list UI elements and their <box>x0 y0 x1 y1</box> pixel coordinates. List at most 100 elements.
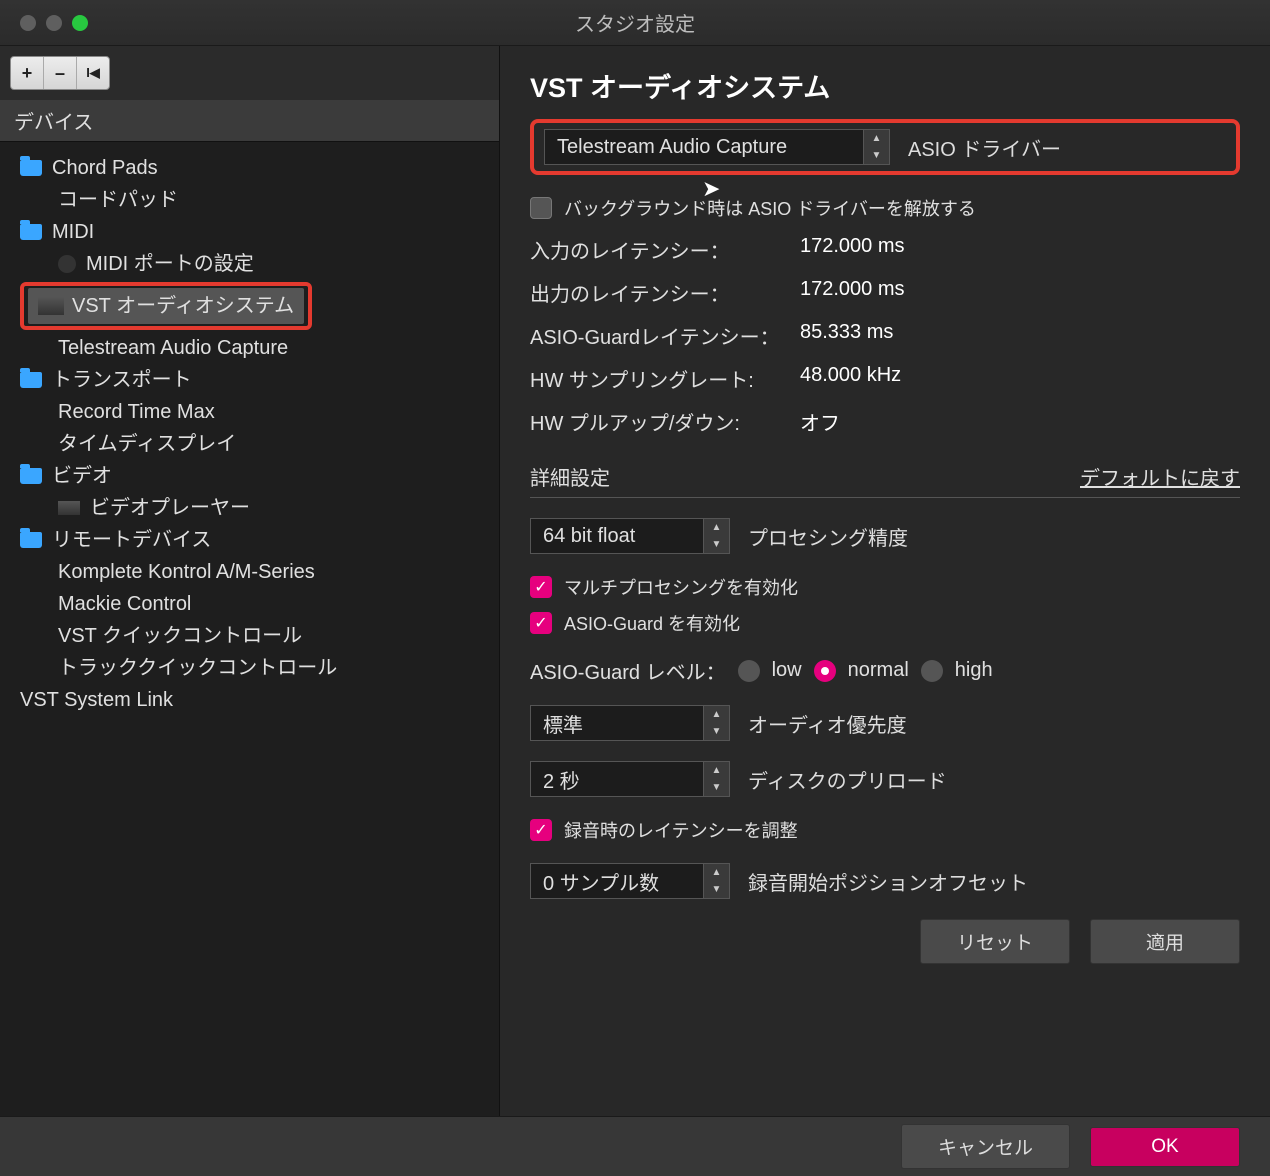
tree-label: Record Time Max <box>58 396 215 428</box>
folder-icon <box>20 224 42 240</box>
kv-hw-rate: HW サンプリングレート:48.000 kHz <box>530 364 1240 393</box>
apply-button[interactable]: 適用 <box>1090 919 1240 964</box>
tree-item-vst-audio-selected[interactable]: VST オーディオシステム <box>12 280 499 332</box>
kv-val: 172.000 ms <box>800 235 905 264</box>
kv-key: HW プルアップ/ダウン: <box>530 407 800 436</box>
row-label: プロセシング精度 <box>748 522 908 551</box>
cancel-button[interactable]: キャンセル <box>901 1124 1070 1169</box>
device-tree: Chord Pads コードパッド MIDI MIDI ポートの設定 VST オ… <box>0 141 499 1116</box>
kv-latency-in: 入力のレイテンシー：172.000 ms <box>530 235 1240 264</box>
asio-guard-level-row: ASIO-Guard レベル： low normal high <box>530 656 1240 685</box>
rec-offset-field[interactable]: 0 サンプル数 ▲▼ <box>530 863 730 899</box>
tree-label: リモートデバイス <box>52 524 211 556</box>
tree-item-komplete[interactable]: Komplete Kontrol A/M-Series <box>12 556 499 588</box>
audio-priority-select[interactable]: 標準 ▲▼ <box>530 705 730 741</box>
updown-icon: ▲▼ <box>863 130 889 164</box>
folder-icon <box>20 468 42 484</box>
tree-item-midi[interactable]: MIDI <box>12 216 499 248</box>
kv-val: 172.000 ms <box>800 278 905 307</box>
audio-priority-row: 標準 ▲▼ オーディオ優先度 <box>530 705 1240 741</box>
add-button[interactable]: + <box>11 57 44 89</box>
tree-item-vst-quick[interactable]: VST クイックコントロール <box>12 620 499 652</box>
radio-group-label: ASIO-Guard レベル： <box>530 656 726 685</box>
tree-label: トラッククイックコントロール <box>58 652 337 684</box>
tree-item-video[interactable]: ビデオ <box>12 460 499 492</box>
tree-label: ビデオ <box>52 460 112 492</box>
checkbox-release-bg[interactable] <box>530 197 552 219</box>
checkbox-label: バックグラウンド時は ASIO ドライバーを解放する <box>564 195 976 221</box>
checkbox-rec-lat[interactable]: ✓ <box>530 819 552 841</box>
row-label: 録音開始ポジションオフセット <box>748 867 1028 896</box>
asio-driver-select[interactable]: Telestream Audio Capture ▲▼ <box>544 129 890 165</box>
row-label: オーディオ優先度 <box>748 709 907 738</box>
tree-label: Chord Pads <box>52 152 158 184</box>
tree-item-track-quick[interactable]: トラッククイックコントロール <box>12 652 499 684</box>
tree-item-video-player[interactable]: ビデオプレーヤー <box>12 492 499 524</box>
release-bg-row[interactable]: バックグラウンド時は ASIO ドライバーを解放する <box>530 195 1240 221</box>
multi-proc-row[interactable]: ✓ マルチプロセシングを有効化 <box>530 574 1240 600</box>
asio-guard-row[interactable]: ✓ ASIO-Guard を有効化 <box>530 610 1240 636</box>
advanced-label: 詳細設定 <box>530 462 610 491</box>
tree-item-mackie[interactable]: Mackie Control <box>12 588 499 620</box>
rec-lat-adjust-row[interactable]: ✓ 録音時のレイテンシーを調整 <box>530 817 1240 843</box>
remove-button[interactable]: – <box>44 57 77 89</box>
advanced-header: 詳細設定 デフォルトに戻す <box>530 462 1240 498</box>
tree-label: Telestream Audio Capture <box>58 332 288 364</box>
combo-value: 64 bit float <box>531 525 703 548</box>
video-icon <box>58 501 80 515</box>
checkbox-asio-guard[interactable]: ✓ <box>530 612 552 634</box>
updown-icon: ▲▼ <box>703 864 729 898</box>
updown-icon: ▲▼ <box>703 519 729 553</box>
tree-item-transport[interactable]: トランスポート <box>12 364 499 396</box>
updown-icon: ▲▼ <box>703 706 729 740</box>
top-button[interactable]: I◀ <box>77 57 109 89</box>
settings-panel: VST オーディオシステム Telestream Audio Capture ▲… <box>500 46 1270 1116</box>
tree-item-remote[interactable]: リモートデバイス <box>12 524 499 556</box>
tree-label: コードパッド <box>58 184 178 216</box>
tree-item-telestream[interactable]: Telestream Audio Capture <box>12 332 499 364</box>
ok-button[interactable]: OK <box>1090 1127 1240 1167</box>
kv-hw-pull: HW プルアップ/ダウン:オフ <box>530 407 1240 436</box>
rec-offset-row: 0 サンプル数 ▲▼ 録音開始ポジションオフセット <box>530 863 1240 899</box>
radio-label: low <box>772 659 802 682</box>
reset-defaults-link[interactable]: デフォルトに戻す <box>1080 462 1240 491</box>
kv-val: 85.333 ms <box>800 321 893 350</box>
dialog-footer: キャンセル OK <box>0 1116 1270 1176</box>
kv-key: 出力のレイテンシー： <box>530 278 800 307</box>
tree-label: VST オーディオシステム <box>72 290 294 322</box>
radio-normal[interactable] <box>814 660 836 682</box>
kv-key: 入力のレイテンシー： <box>530 235 800 264</box>
kv-key: ASIO-Guardレイテンシー： <box>530 321 800 350</box>
checkbox-multi-proc[interactable]: ✓ <box>530 576 552 598</box>
folder-icon <box>20 160 42 176</box>
tree-label: ビデオプレーヤー <box>90 492 250 524</box>
processing-precision-select[interactable]: 64 bit float ▲▼ <box>530 518 730 554</box>
tree-label: タイムディスプレイ <box>58 428 236 460</box>
disk-preload-select[interactable]: 2 秒 ▲▼ <box>530 761 730 797</box>
tree-item-vst-link[interactable]: VST System Link <box>12 684 499 716</box>
tree-item-time-display[interactable]: タイムディスプレイ <box>12 428 499 460</box>
tree-item-chord-pad-jp[interactable]: コードパッド <box>12 184 499 216</box>
titlebar: スタジオ設定 <box>0 0 1270 46</box>
kv-val: 48.000 kHz <box>800 364 901 393</box>
radio-low[interactable] <box>738 660 760 682</box>
processing-precision-row: 64 bit float ▲▼ プロセシング精度 <box>530 518 1240 554</box>
panel-heading: VST オーディオシステム <box>530 66 1240 105</box>
tree-item-record-time[interactable]: Record Time Max <box>12 396 499 428</box>
tree-label: VST クイックコントロール <box>58 620 302 652</box>
tree-label: MIDI ポートの設定 <box>86 248 254 280</box>
driver-select-box: Telestream Audio Capture ▲▼ ASIO ドライバー <box>530 119 1240 175</box>
row-label: ディスクのプリロード <box>748 765 947 794</box>
checkbox-label: 録音時のレイテンシーを調整 <box>564 817 798 843</box>
reset-button[interactable]: リセット <box>920 919 1070 964</box>
disk-preload-row: 2 秒 ▲▼ ディスクのプリロード <box>530 761 1240 797</box>
tree-item-chord-pads[interactable]: Chord Pads <box>12 152 499 184</box>
checkbox-label: ASIO-Guard を有効化 <box>564 610 740 636</box>
tree-label: VST System Link <box>20 684 173 716</box>
kv-asio-guard-lat: ASIO-Guardレイテンシー：85.333 ms <box>530 321 1240 350</box>
tree-item-midi-port[interactable]: MIDI ポートの設定 <box>12 248 499 280</box>
dot-icon <box>58 255 76 273</box>
panel-buttons: リセット 適用 <box>530 919 1240 964</box>
radio-label: high <box>955 659 993 682</box>
radio-high[interactable] <box>921 660 943 682</box>
